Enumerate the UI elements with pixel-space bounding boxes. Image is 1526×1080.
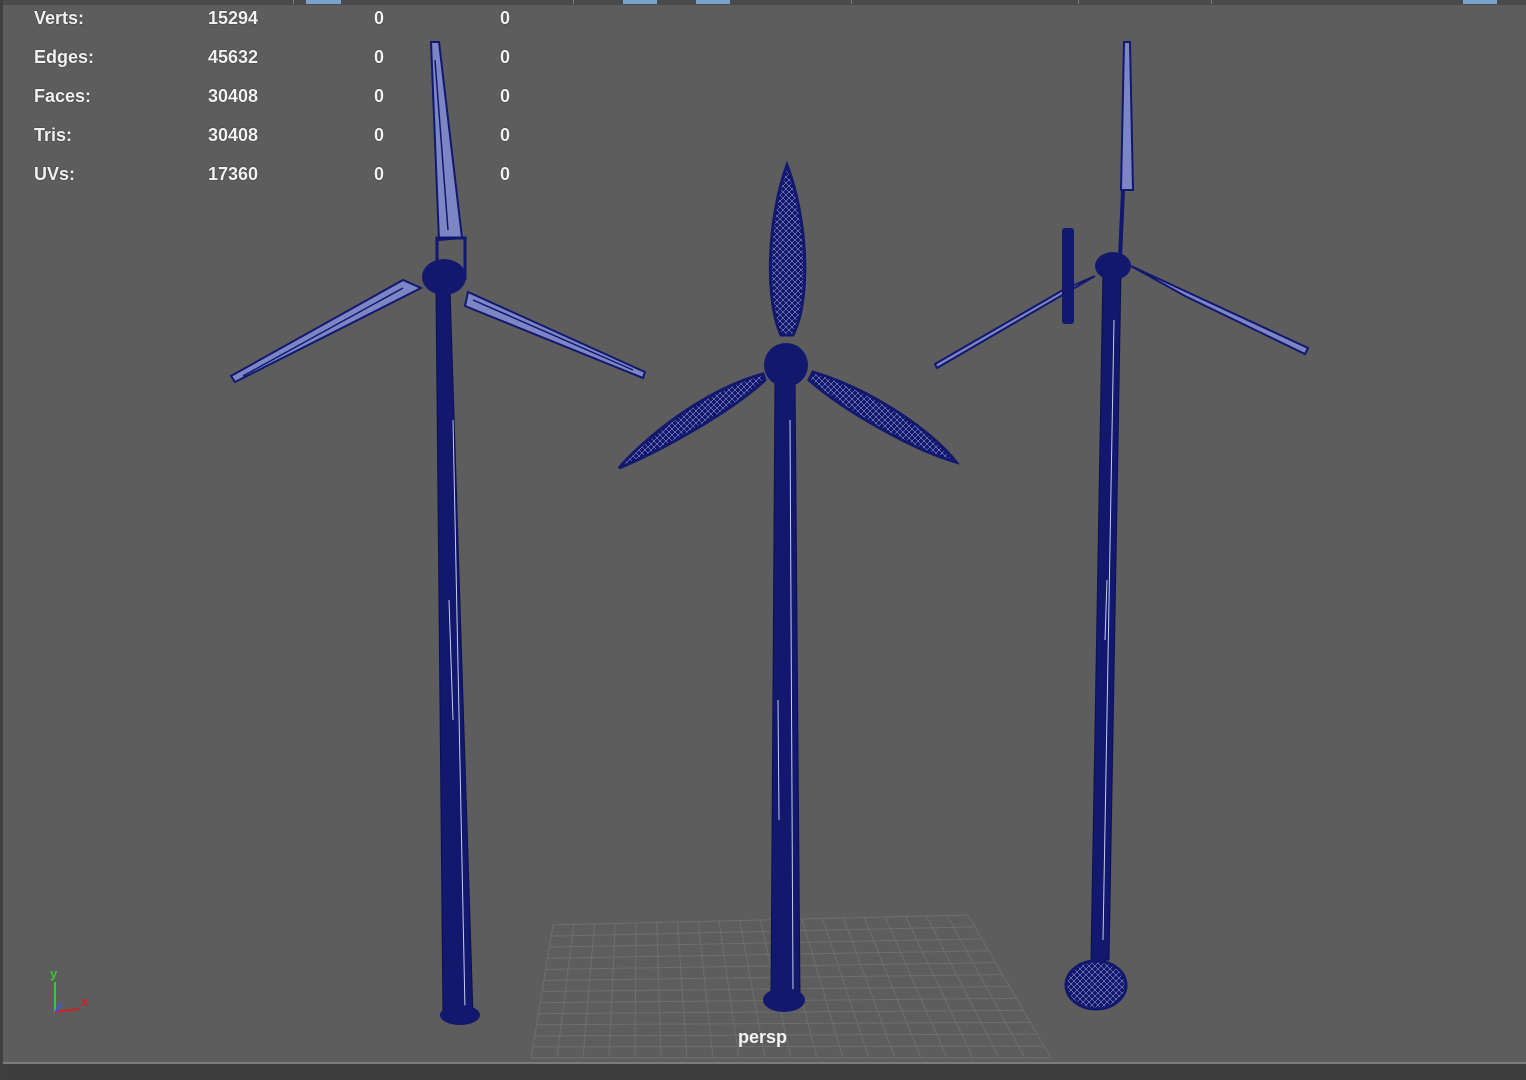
viewport-bottom-border (3, 1062, 1526, 1080)
hud-row: UVs: 17360 0 0 (34, 164, 534, 203)
hud-value-total: 45632 (207, 47, 258, 67)
hud-value-total: 15294 (207, 8, 258, 28)
hud-value-selected: 0 (373, 47, 384, 67)
hud-row: Tris: 30408 0 0 (34, 125, 534, 164)
hud-label: Tris: (34, 125, 73, 145)
perspective-viewport[interactable]: Verts: 15294 0 0 Edges: 45632 0 0 Faces: 30408 0 0 T… (0, 0, 1526, 1080)
hud-row: Verts: 15294 0 0 (34, 8, 534, 47)
hud-label: UVs: (34, 164, 76, 184)
x-axis-line (54, 1008, 80, 1013)
wind-turbine-middle[interactable] (617, 160, 960, 1012)
hud-value-selected: 0 (373, 86, 384, 106)
hud-value-component: 0 (499, 8, 510, 28)
hud-value-selected: 0 (373, 125, 384, 145)
poly-count-hud: Verts: 15294 0 0 Edges: 45632 0 0 Faces: 30408 0 0 T… (34, 8, 534, 203)
wind-turbine-right[interactable] (933, 41, 1310, 1011)
grid-line (552, 914, 969, 926)
hud-value-component: 0 (499, 86, 510, 106)
hud-value-total: 30408 (207, 125, 258, 145)
hud-value-total: 17360 (207, 164, 258, 184)
hud-value-component: 0 (499, 125, 510, 145)
hud-label: Edges: (34, 47, 95, 67)
hud-value-selected: 0 (373, 164, 384, 184)
hud-value-component: 0 (499, 47, 510, 67)
x-axis-label: x (81, 994, 89, 1009)
hud-row: Edges: 45632 0 0 (34, 47, 534, 86)
hud-label: Verts: (34, 8, 85, 28)
hud-value-component: 0 (499, 164, 510, 184)
hud-row: Faces: 30408 0 0 (34, 86, 534, 125)
axis-gizmo: y x (50, 966, 89, 1013)
hud-value-total: 30408 (207, 86, 258, 106)
camera-name-label: persp (738, 1027, 788, 1047)
y-axis-label: y (50, 966, 58, 981)
hud-label: Faces: (34, 86, 92, 106)
hud-value-selected: 0 (373, 8, 384, 28)
